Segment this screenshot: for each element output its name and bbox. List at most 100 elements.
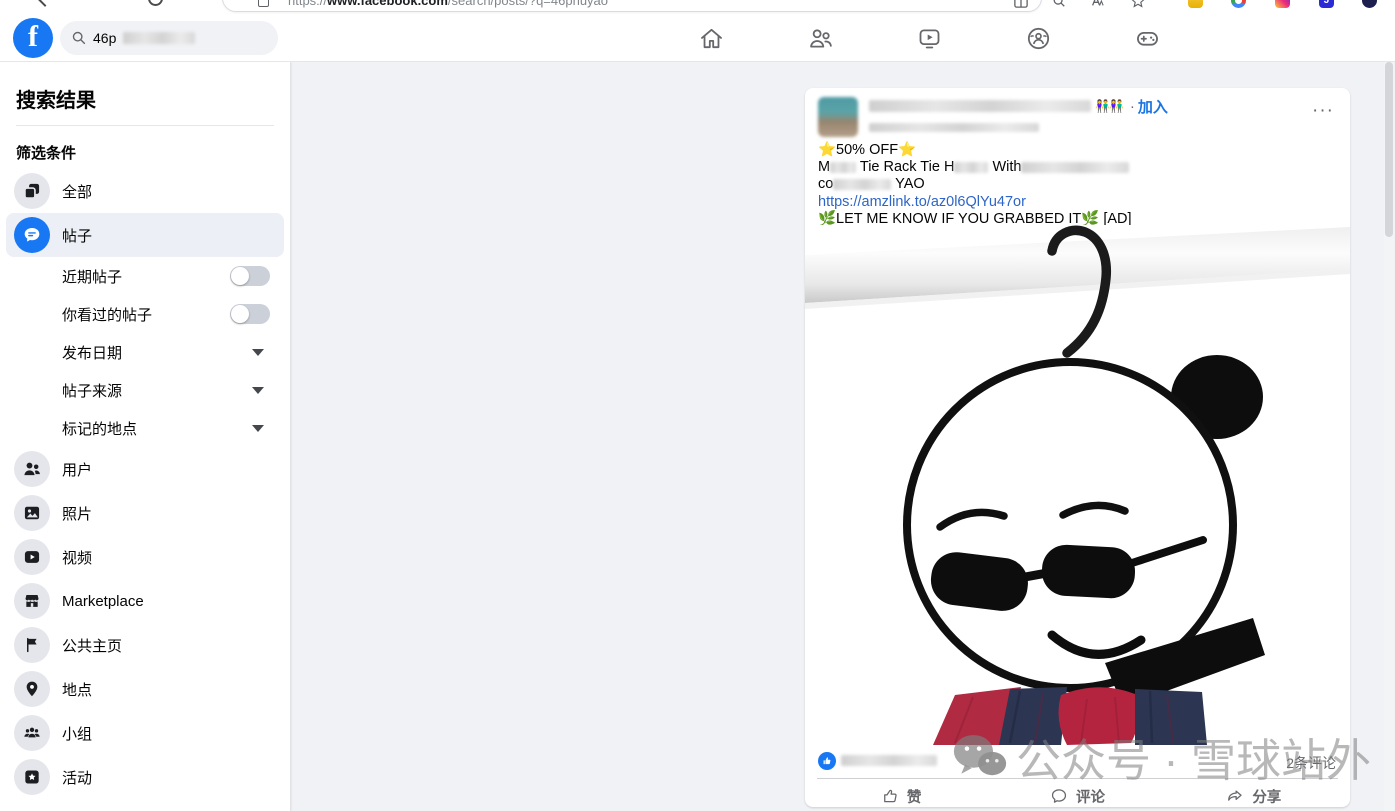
split-view-icon[interactable] [1014,0,1028,8]
font-size-icon[interactable] [1090,0,1104,8]
post-actions: 赞 评论 分享 [805,779,1350,810]
post-image-tie-hanger[interactable] [805,225,1350,745]
filter-label: 帖子来源 [62,380,252,401]
sidebar-item-label: 公共主页 [62,635,122,656]
sidebar-item-photos[interactable]: 照片 [6,491,284,535]
search-input[interactable]: 46p [60,21,278,55]
photos-icon [14,495,50,531]
amazon-link[interactable]: https://amzlink.to/az0l6QlYu47or [818,194,1026,210]
events-icon [14,759,50,795]
facebook-header: f 46p [0,14,1395,62]
redacted-text [833,179,891,190]
extension-profile-icon[interactable] [1362,0,1377,8]
browser-refresh-icon[interactable] [148,0,163,6]
extension-j-icon[interactable]: J [1319,0,1334,8]
post-line-product: M Tie Rack Tie H With [818,159,1337,176]
post-line-link: https://amzlink.to/az0l6QlYu47or [818,194,1337,211]
facebook-logo[interactable]: f [13,18,53,58]
sidebar-item-label: 活动 [62,767,92,788]
chevron-down-icon [252,387,264,394]
sidebar-item-all[interactable]: 全部 [6,169,284,213]
page-info-icon[interactable] [258,0,269,7]
all-posts-icon [14,173,50,209]
comment-button[interactable]: 评论 [989,782,1165,810]
favorite-star-icon[interactable] [1131,0,1145,8]
scrollbar-thumb[interactable] [1385,62,1393,237]
search-results-sidebar: 搜索结果 筛选条件 全部 帖子 近期帖子 你看过的帖子 发布日期 帖子来源 标记… [0,62,290,811]
sidebar-item-label: 视频 [62,547,92,568]
join-group-link[interactable]: 加入 [1138,96,1168,117]
home-tab-icon[interactable] [698,25,725,52]
like-label: 赞 [907,786,922,807]
sidebar-item-users[interactable]: 用户 [6,447,284,491]
sidebar-item-places[interactable]: 地点 [6,667,284,711]
text-fragment: With [992,159,1021,175]
share-label: 分享 [1252,786,1281,807]
url-scheme: https:// [288,0,327,8]
filter-recent-posts: 近期帖子 [6,257,284,295]
thumbs-up-icon [881,787,899,805]
extension-notes-icon[interactable] [1188,0,1203,8]
sidebar-item-posts[interactable]: 帖子 [6,213,284,257]
sidebar-item-marketplace[interactable]: Marketplace [6,579,284,623]
post-author-row: 👫👫 · 加入 [869,98,1168,114]
toggle-knob [231,305,249,323]
text-fragment: M [818,159,830,175]
search-query-redacted [123,32,195,44]
sidebar-item-events[interactable]: 活动 [6,755,284,799]
groups-tab-icon[interactable] [1025,25,1052,52]
url-text: https://www.facebook.com/search/posts/?q… [288,0,608,8]
sidebar-item-pages[interactable]: 公共主页 [6,623,284,667]
recent-posts-toggle[interactable] [230,266,270,286]
gaming-tab-icon[interactable] [1134,25,1161,52]
filter-heading: 筛选条件 [16,142,274,163]
sidebar-item-videos[interactable]: 视频 [6,535,284,579]
redacted-text [954,162,988,173]
search-results-feed: 👫👫 · 加入 ··· ⭐50% OFF⭐ M Tie Rack Tie H W… [290,62,1395,811]
comments-count[interactable]: 2条评论 [1286,753,1336,773]
redacted-text [1021,162,1129,173]
pages-flag-icon [14,627,50,663]
post-header: 👫👫 · 加入 ··· [805,88,1350,137]
filter-label: 标记的地点 [62,418,252,439]
filter-date-posted[interactable]: 发布日期 [6,333,284,371]
search-page-icon[interactable] [1052,0,1066,8]
search-icon [72,31,86,45]
divider [16,125,274,126]
seen-posts-toggle[interactable] [230,304,270,324]
toggle-knob [231,267,249,285]
sidebar-item-groups[interactable]: 小组 [6,711,284,755]
sidebar-item-label: 地点 [62,679,92,700]
filter-posts-from[interactable]: 帖子来源 [6,371,284,409]
posts-icon [14,217,50,253]
text-fragment: YAO [895,176,925,192]
like-button[interactable]: 赞 [813,782,989,810]
watch-tab-icon[interactable] [916,25,943,52]
ties [933,687,1207,745]
comment-icon [1050,787,1068,805]
like-reaction-icon[interactable] [818,752,836,770]
post-text: ⭐50% OFF⭐ M Tie Rack Tie H With co YAO h… [805,137,1350,225]
filter-label: 你看过的帖子 [62,304,230,325]
extension-chrome-icon[interactable] [1231,0,1246,8]
browser-back-icon[interactable] [35,0,55,7]
group-name-redacted[interactable] [869,100,1091,112]
feed-scrollbar[interactable] [1384,62,1394,811]
friends-tab-icon[interactable] [807,25,834,52]
extension-gradient-icon[interactable] [1275,0,1290,8]
browser-toolbar: https://www.facebook.com/search/posts/?q… [0,0,1395,14]
group-avatar[interactable] [818,97,858,137]
post-line-offer: ⭐50% OFF⭐ [818,142,1337,159]
sidebar-item-label: Marketplace [62,593,144,610]
chevron-down-icon [252,425,264,432]
sidebar-item-label: 帖子 [62,225,92,246]
share-button[interactable]: 分享 [1166,782,1342,810]
post-meta-row [869,119,1039,137]
filter-seen-posts: 你看过的帖子 [6,295,284,333]
filter-tagged-location[interactable]: 标记的地点 [6,409,284,447]
post-menu-button[interactable]: ··· [1312,100,1334,122]
separator-dot: · [1130,98,1135,115]
share-icon [1226,787,1244,805]
like-names-redacted[interactable] [841,755,937,766]
url-host: www.facebook.com [327,0,448,8]
